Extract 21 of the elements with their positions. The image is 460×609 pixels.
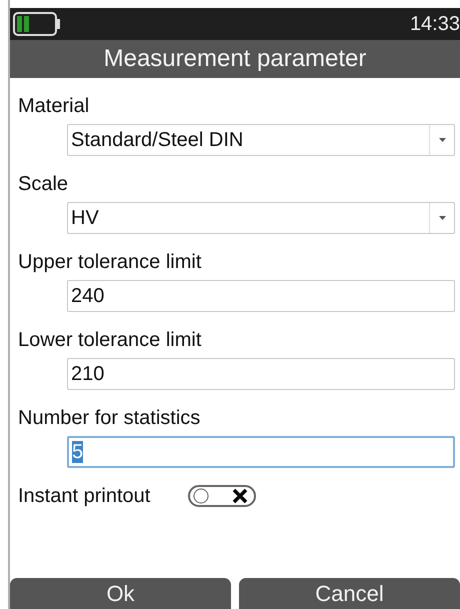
- field-label: Material: [18, 94, 90, 118]
- field-label: Instant printout: [18, 484, 150, 508]
- field-label: Scale: [18, 172, 68, 196]
- field-label: Lower tolerance limit: [18, 328, 202, 352]
- input-field[interactable]: 240: [67, 280, 455, 312]
- screen-title: Measurement parameter: [10, 40, 460, 78]
- caret-icon: [438, 138, 446, 142]
- clock-time: 14:33: [410, 12, 460, 36]
- cross-icon: [232, 488, 248, 504]
- input-field[interactable]: 5: [67, 436, 455, 468]
- dialog-button[interactable]: Cancel: [239, 578, 460, 609]
- caret-icon: [438, 216, 446, 220]
- dropdown[interactable]: Standard/Steel DIN: [67, 124, 455, 156]
- dropdown[interactable]: HV: [67, 202, 455, 234]
- field-label: Number for statistics: [18, 406, 200, 430]
- field-label: Upper tolerance limit: [18, 250, 202, 274]
- input-field[interactable]: 210: [67, 358, 455, 390]
- dialog-button[interactable]: Ok: [10, 578, 231, 609]
- toggle-knob: [193, 488, 210, 504]
- battery-icon: [12, 11, 62, 37]
- toggle-switch[interactable]: [188, 485, 256, 507]
